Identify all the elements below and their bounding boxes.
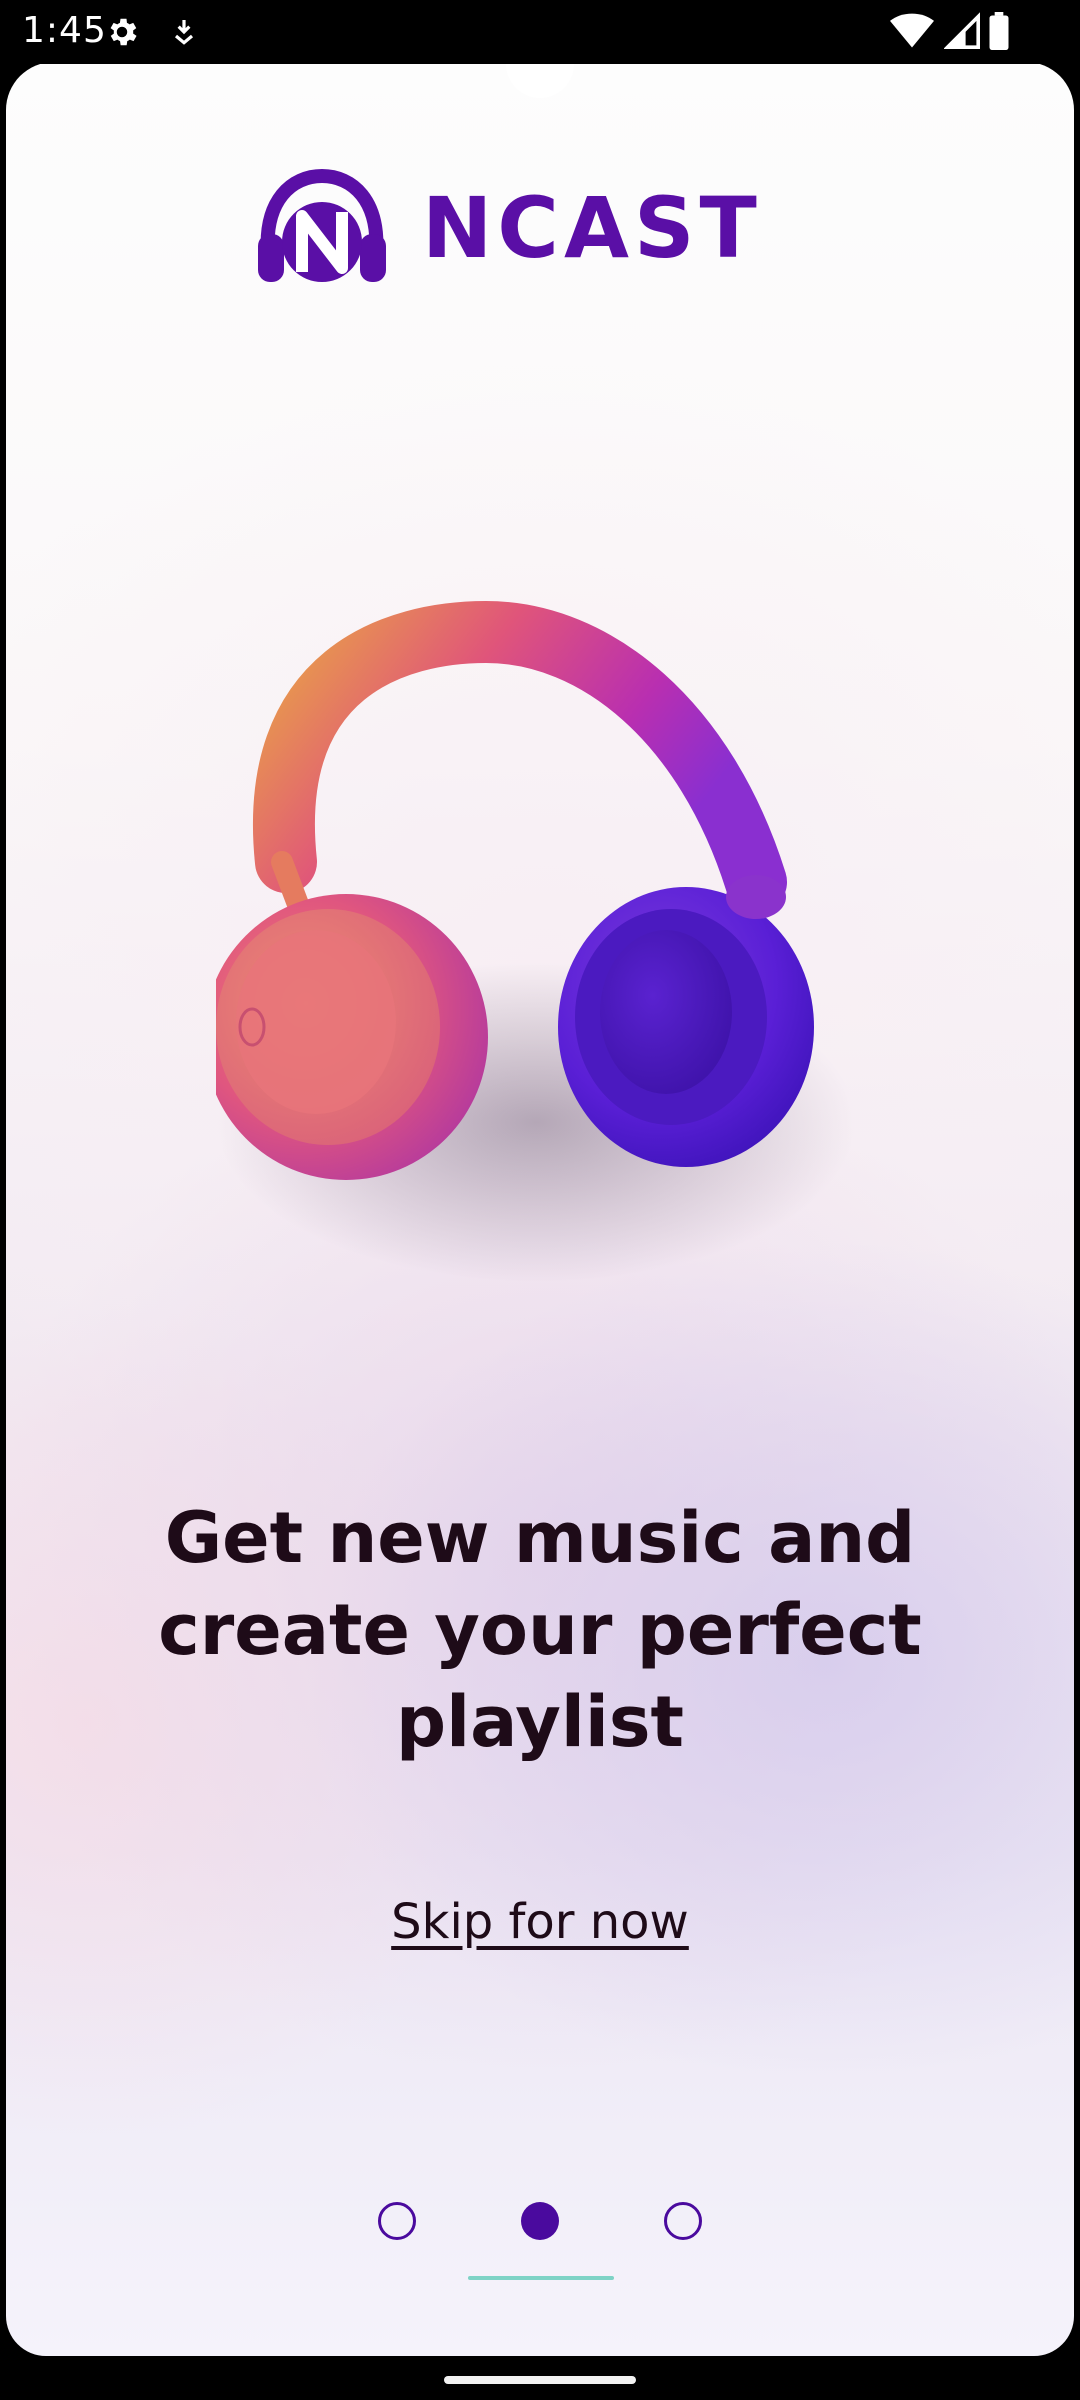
gear-icon bbox=[104, 14, 140, 55]
skip-for-now-link[interactable]: Skip for now bbox=[340, 1894, 740, 1950]
battery-icon bbox=[988, 12, 1010, 55]
download-icon bbox=[168, 14, 200, 55]
pager-dot-3[interactable] bbox=[664, 2202, 702, 2240]
signal-icon bbox=[943, 12, 980, 55]
onboarding-screen: 1:45 NCAST Get new music and create your… bbox=[0, 0, 1080, 2400]
active-page-underline bbox=[468, 2276, 614, 2280]
navigation-bar bbox=[0, 2356, 1080, 2400]
onboarding-content: NCAST Get new music and create your perf… bbox=[6, 62, 1074, 2356]
headphones-logo-icon bbox=[258, 168, 386, 282]
headphones-illustration bbox=[216, 600, 856, 1282]
status-time: 1:45 bbox=[22, 10, 107, 51]
brand-name: NCAST bbox=[422, 179, 762, 277]
status-bar: 1:45 bbox=[0, 0, 1080, 64]
onboarding-headline: Get new music and create your perfect pl… bbox=[158, 1497, 922, 1763]
home-gesture-handle[interactable] bbox=[444, 2376, 636, 2384]
wifi-icon bbox=[890, 12, 934, 55]
pager-dot-1[interactable] bbox=[378, 2202, 416, 2240]
app-logo: NCAST bbox=[252, 168, 842, 298]
pager-dot-2-active[interactable] bbox=[521, 2202, 559, 2240]
pager-indicator bbox=[6, 2202, 1074, 2322]
